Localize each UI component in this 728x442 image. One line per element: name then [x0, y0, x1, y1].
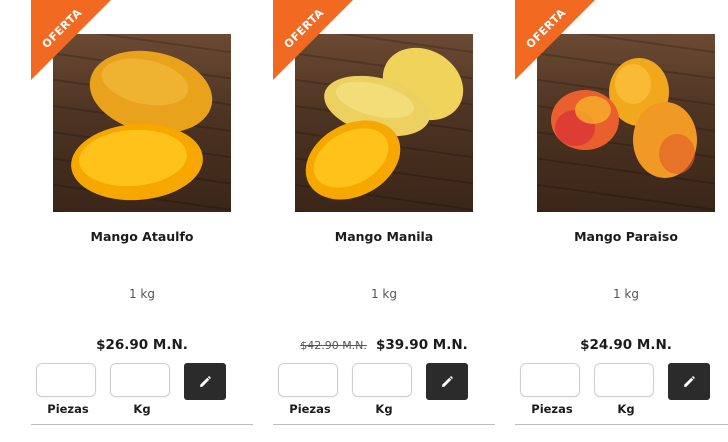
offer-badge: OFERTA [515, 0, 595, 80]
kg-input[interactable] [110, 363, 170, 397]
kg-label: Kg [133, 402, 151, 416]
product-price: $26.90 M.N. [96, 337, 188, 353]
product-name[interactable]: Mango Manila [273, 229, 495, 244]
price-line: $42.90 M.N. $39.90 M.N. [273, 334, 495, 353]
kg-label: Kg [617, 402, 635, 416]
product-weight: 1 kg [370, 287, 397, 301]
product-name[interactable]: Mango Paraiso [515, 229, 728, 244]
card-divider [515, 424, 728, 425]
product-card-mango-paraiso: OFERTA Mango Paraiso 1 kg $24.90 M.N. Pi… [515, 0, 728, 442]
price-line: $26.90 M.N. [31, 334, 253, 353]
edit-button[interactable] [184, 363, 226, 400]
card-divider [273, 424, 495, 425]
kg-input[interactable] [352, 363, 412, 397]
card-divider [31, 424, 253, 425]
product-price: $39.90 M.N. [376, 337, 468, 353]
offer-badge: OFERTA [31, 0, 111, 80]
kg-input[interactable] [594, 363, 654, 397]
pencil-icon [200, 375, 211, 387]
pieces-input[interactable] [278, 363, 338, 397]
product-name[interactable]: Mango Ataulfo [31, 229, 253, 244]
product-old-price: $42.90 M.N. [300, 339, 367, 352]
product-weight: 1 kg [128, 287, 155, 301]
price-line: $24.90 M.N. [515, 334, 728, 353]
pieces-input[interactable] [36, 363, 96, 397]
kg-label: Kg [375, 402, 393, 416]
product-card-mango-manila: OFERTA Mango Manila 1 kg $42.90 M.N. $39… [273, 0, 495, 442]
product-card-mango-ataulfo: OFERTA Mango Ataulfo 1 kg $26.90 M.N. Pi… [31, 0, 253, 442]
pieces-label: Piezas [289, 402, 331, 416]
edit-button[interactable] [426, 363, 468, 400]
pencil-icon [684, 375, 695, 387]
pencil-icon [442, 375, 453, 387]
offer-badge: OFERTA [273, 0, 353, 80]
product-weight: 1 kg [612, 287, 639, 301]
product-price: $24.90 M.N. [580, 337, 672, 353]
pieces-label: Piezas [531, 402, 573, 416]
pieces-label: Piezas [47, 402, 89, 416]
pieces-input[interactable] [520, 363, 580, 397]
edit-button[interactable] [668, 363, 710, 400]
